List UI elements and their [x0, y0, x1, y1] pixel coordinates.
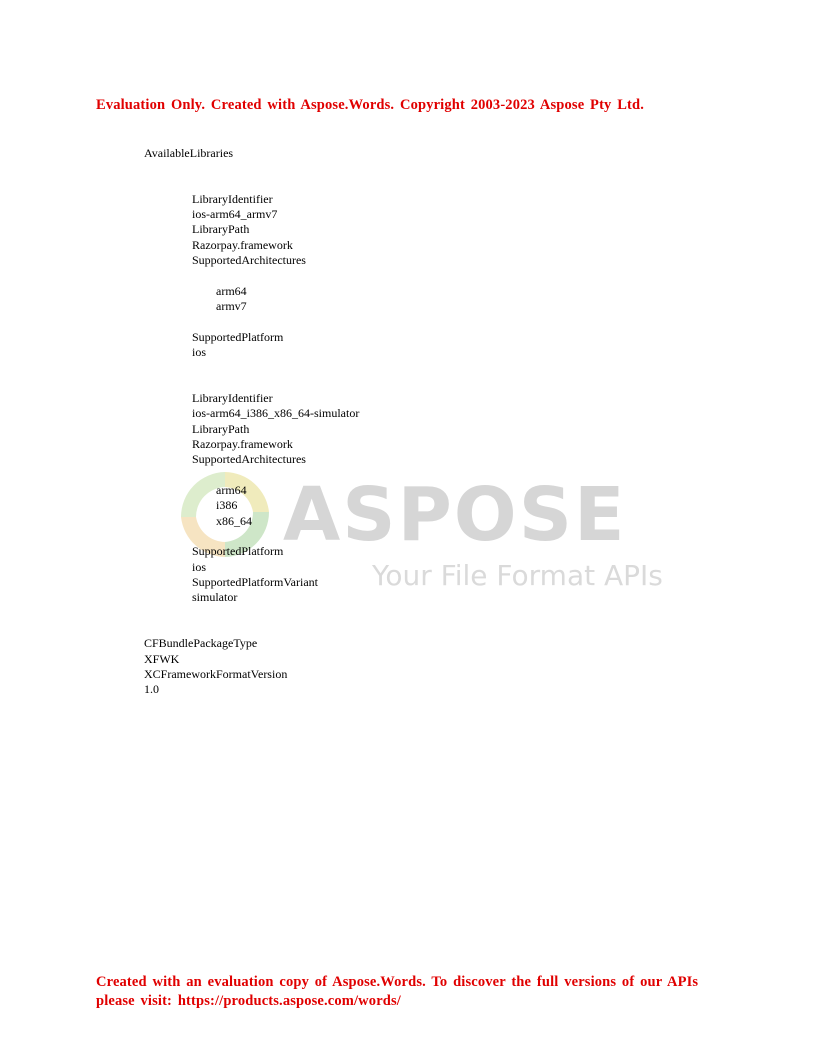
format-version-key: XCFrameworkFormatVersion — [144, 667, 288, 681]
architecture-item: i386 — [216, 498, 238, 512]
library-identifier-key: LibraryIdentifier — [192, 192, 273, 206]
architecture-item: armv7 — [216, 299, 247, 313]
supported-platform-value: ios — [192, 560, 207, 574]
library-path-value: Razorpay.framework — [192, 437, 293, 451]
supported-platform-variant-value: simulator — [192, 590, 238, 604]
supported-platform-value: ios — [192, 345, 207, 359]
library-identifier-value: ios-arm64_i386_x86_64-simulator — [192, 406, 360, 420]
package-type-value: XFWK — [144, 652, 180, 666]
supported-platform-key: SupportedPlatform — [192, 330, 284, 344]
supported-platform-key: SupportedPlatform — [192, 544, 284, 558]
library-path-key: LibraryPath — [192, 422, 250, 436]
evaluation-footer-line: Created with an evaluation copy of Aspos… — [96, 974, 699, 990]
library-identifier-key: LibraryIdentifier — [192, 391, 273, 405]
supported-architectures-key: SupportedArchitectures — [192, 452, 306, 466]
library-identifier-value: ios-arm64_armv7 — [192, 207, 278, 221]
architecture-item: arm64 — [216, 483, 247, 497]
format-version-value: 1.0 — [144, 682, 159, 696]
watermark-brand: ASPOSE — [283, 472, 627, 558]
evaluation-footer: Created with an evaluation copy of Aspos… — [96, 973, 736, 1011]
supported-platform-variant-key: SupportedPlatformVariant — [192, 575, 318, 589]
supported-architectures-key: SupportedArchitectures — [192, 253, 306, 267]
package-type-key: CFBundlePackageType — [144, 636, 258, 650]
root-key: AvailableLibraries — [144, 146, 234, 160]
architecture-item: x86_64 — [216, 514, 252, 528]
architecture-item: arm64 — [216, 284, 247, 298]
library-path-value: Razorpay.framework — [192, 238, 293, 252]
evaluation-footer-link[interactable]: please visit: https://products.aspose.co… — [96, 992, 736, 1011]
library-path-key: LibraryPath — [192, 222, 250, 236]
watermark-tagline: Your File Format APIs — [372, 559, 663, 592]
evaluation-header: Evaluation Only. Created with Aspose.Wor… — [96, 97, 645, 113]
